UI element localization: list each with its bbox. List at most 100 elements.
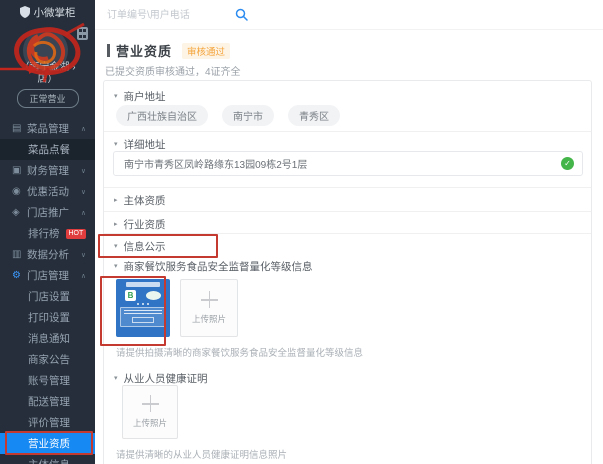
grade-b-badge: B [125,290,136,301]
divider [104,187,591,188]
sidebar-item-label: 数据分析 [27,247,69,262]
hot-badge: HOT [66,229,87,239]
sidebar-item-subject-info[interactable]: 主体信息 [0,454,95,464]
sidebar-item-label: 商家公告 [28,352,70,367]
store-name-line1: （南宁金湖 › [0,62,95,74]
sidebar-item-label: 优惠活动 [27,184,69,199]
chevron-down-icon: ∨ [81,251,86,259]
chevron-up-icon: ∧ [81,209,86,217]
food-safety-certificate-image[interactable]: B [116,279,170,337]
app-window: 小微掌柜 （南宁金湖 › 店） 正常营业 ▤ 菜品管理 ∧ 菜品点餐 ▣ 财务管… [0,0,603,464]
divider [104,233,591,234]
app-logo: 小微掌柜 [0,0,95,24]
section-info-disclosure[interactable]: ▾ 信息公示 [104,237,591,255]
sidebar-item-notifications[interactable]: 消息通知 [0,328,95,349]
analytics-icon: ▥ [12,249,27,260]
section-label: 商家餐饮服务食品安全监督量化等级信息 [124,259,313,274]
store-icon: ⚙ [12,270,27,281]
region-tag-province[interactable]: 广西壮族自治区 [116,105,208,126]
upload-food-safety-photo-button[interactable]: 上传照片 [180,279,238,337]
plus-icon [201,291,218,308]
sidebar-item-label: 消息通知 [28,331,70,346]
sidebar-item-label: 门店管理 [27,268,69,283]
sidebar-item-business-qualification[interactable]: 营业资质 [0,433,95,454]
region-tags: 广西壮族自治区 南宁市 青秀区 [116,105,340,126]
qrcode-icon[interactable] [77,27,88,40]
sidebar-item-dish-order[interactable]: 菜品点餐 [0,139,95,160]
search-input[interactable] [107,6,232,24]
region-tag-city[interactable]: 南宁市 [222,105,274,126]
sidebar-item-store-mgmt[interactable]: ⚙ 门店管理 ∧ [0,265,95,286]
section-label: 行业资质 [124,217,166,232]
sidebar-item-store-promo[interactable]: ◈ 门店推广 ∧ [0,202,95,223]
check-circle-icon: ✓ [561,157,574,170]
upload-health-cert-photo-button[interactable]: 上传照片 [122,385,178,439]
smiley-seal-icon [146,291,161,300]
sidebar-item-dish-mgmt[interactable]: ▤ 菜品管理 ∧ [0,118,95,139]
upload-label: 上传照片 [192,313,226,325]
chevron-up-icon: ∧ [81,125,86,133]
sidebar-menu: ▤ 菜品管理 ∧ 菜品点餐 ▣ 财务管理 ∨ ◉ 优惠活动 ∨ ◈ 门店推广 ∧ [0,118,95,464]
sidebar-item-accounts[interactable]: 账号管理 [0,370,95,391]
section-label: 商户地址 [124,89,166,104]
sidebar-item-label: 菜品点餐 [28,142,70,157]
qualification-panel: ▾ 商户地址 广西壮族自治区 南宁市 青秀区 ▾ 详细地址 ✓ ▸ 主体资质 ▸… [103,80,592,464]
section-merchant-address[interactable]: ▾ 商户地址 [104,87,591,105]
open-status-button[interactable]: 正常营业 [16,89,78,108]
sidebar-item-finance[interactable]: ▣ 财务管理 ∨ [0,160,95,181]
promo-icon: ◉ [12,186,27,197]
caret-right-icon: ▸ [114,220,118,228]
store-name[interactable]: （南宁金湖 › 店） [0,62,95,86]
caret-right-icon: ▸ [114,196,118,204]
shield-logo-icon [20,6,30,18]
sidebar-item-reviews[interactable]: 评价管理 [0,412,95,433]
food-safety-hint: 请提供拍摄清晰的商家餐饮服务食品安全监督量化等级信息 [116,345,363,359]
sidebar: 小微掌柜 （南宁金湖 › 店） 正常营业 ▤ 菜品管理 ∧ 菜品点餐 ▣ 财务管… [0,0,95,464]
sidebar-item-ranking[interactable]: 排行榜 HOT [0,223,95,244]
health-cert-hint: 请提供清晰的从业人员健康证明信息照片 [116,447,287,461]
caret-down-icon: ▾ [114,242,118,250]
sidebar-item-label: 营业资质 [28,436,70,451]
sidebar-item-promotions[interactable]: ◉ 优惠活动 ∨ [0,181,95,202]
caret-down-icon: ▾ [114,374,118,382]
section-subject-qualification[interactable]: ▸ 主体资质 [104,191,591,209]
chevron-down-icon: ∨ [81,188,86,196]
detail-address-input[interactable] [113,151,583,176]
dish-icon: ▤ [12,123,27,134]
caret-down-icon: ▾ [114,92,118,100]
plus-icon [142,395,159,412]
sidebar-item-announcements[interactable]: 商家公告 [0,349,95,370]
divider [104,211,591,212]
certificate-dots [120,303,166,305]
page-title: 营业资质 [116,41,172,60]
section-label: 详细地址 [124,137,166,152]
sidebar-item-store-settings[interactable]: 门店设置 [0,286,95,307]
search-icon[interactable] [235,8,248,21]
section-label: 从业人员健康证明 [124,371,208,386]
sidebar-item-analytics[interactable]: ▥ 数据分析 ∨ [0,244,95,265]
sidebar-item-delivery[interactable]: 配送管理 [0,391,95,412]
certificate-header-strip [126,282,160,287]
region-tag-district[interactable]: 青秀区 [288,105,340,126]
detail-address-wrap: ✓ [113,151,583,176]
title-accent-bar [107,44,110,57]
chevron-up-icon: ∧ [81,272,86,280]
sidebar-item-label: 门店推广 [27,205,69,220]
caret-down-icon: ▾ [114,262,118,270]
section-label: 信息公示 [124,239,166,254]
sidebar-item-print-settings[interactable]: 打印设置 [0,307,95,328]
sidebar-item-label: 主体信息 [28,457,70,464]
sidebar-item-label: 财务管理 [27,163,69,178]
status-badge: 审核通过 [182,43,230,59]
page-header: 营业资质 审核通过 [107,41,230,60]
finance-icon: ▣ [12,165,27,176]
sidebar-item-label: 菜品管理 [27,121,69,136]
section-food-safety-grade[interactable]: ▾ 商家餐饮服务食品安全监督量化等级信息 [104,257,591,275]
sidebar-item-label: 配送管理 [28,394,70,409]
divider [104,131,591,132]
sidebar-item-label: 评价管理 [28,415,70,430]
sidebar-item-label: 门店设置 [28,289,70,304]
section-industry-qualification[interactable]: ▸ 行业资质 [104,215,591,233]
qualification-status-text: 已提交资质审核通过，4证齐全 [105,63,241,78]
app-logo-text: 小微掌柜 [34,5,76,20]
